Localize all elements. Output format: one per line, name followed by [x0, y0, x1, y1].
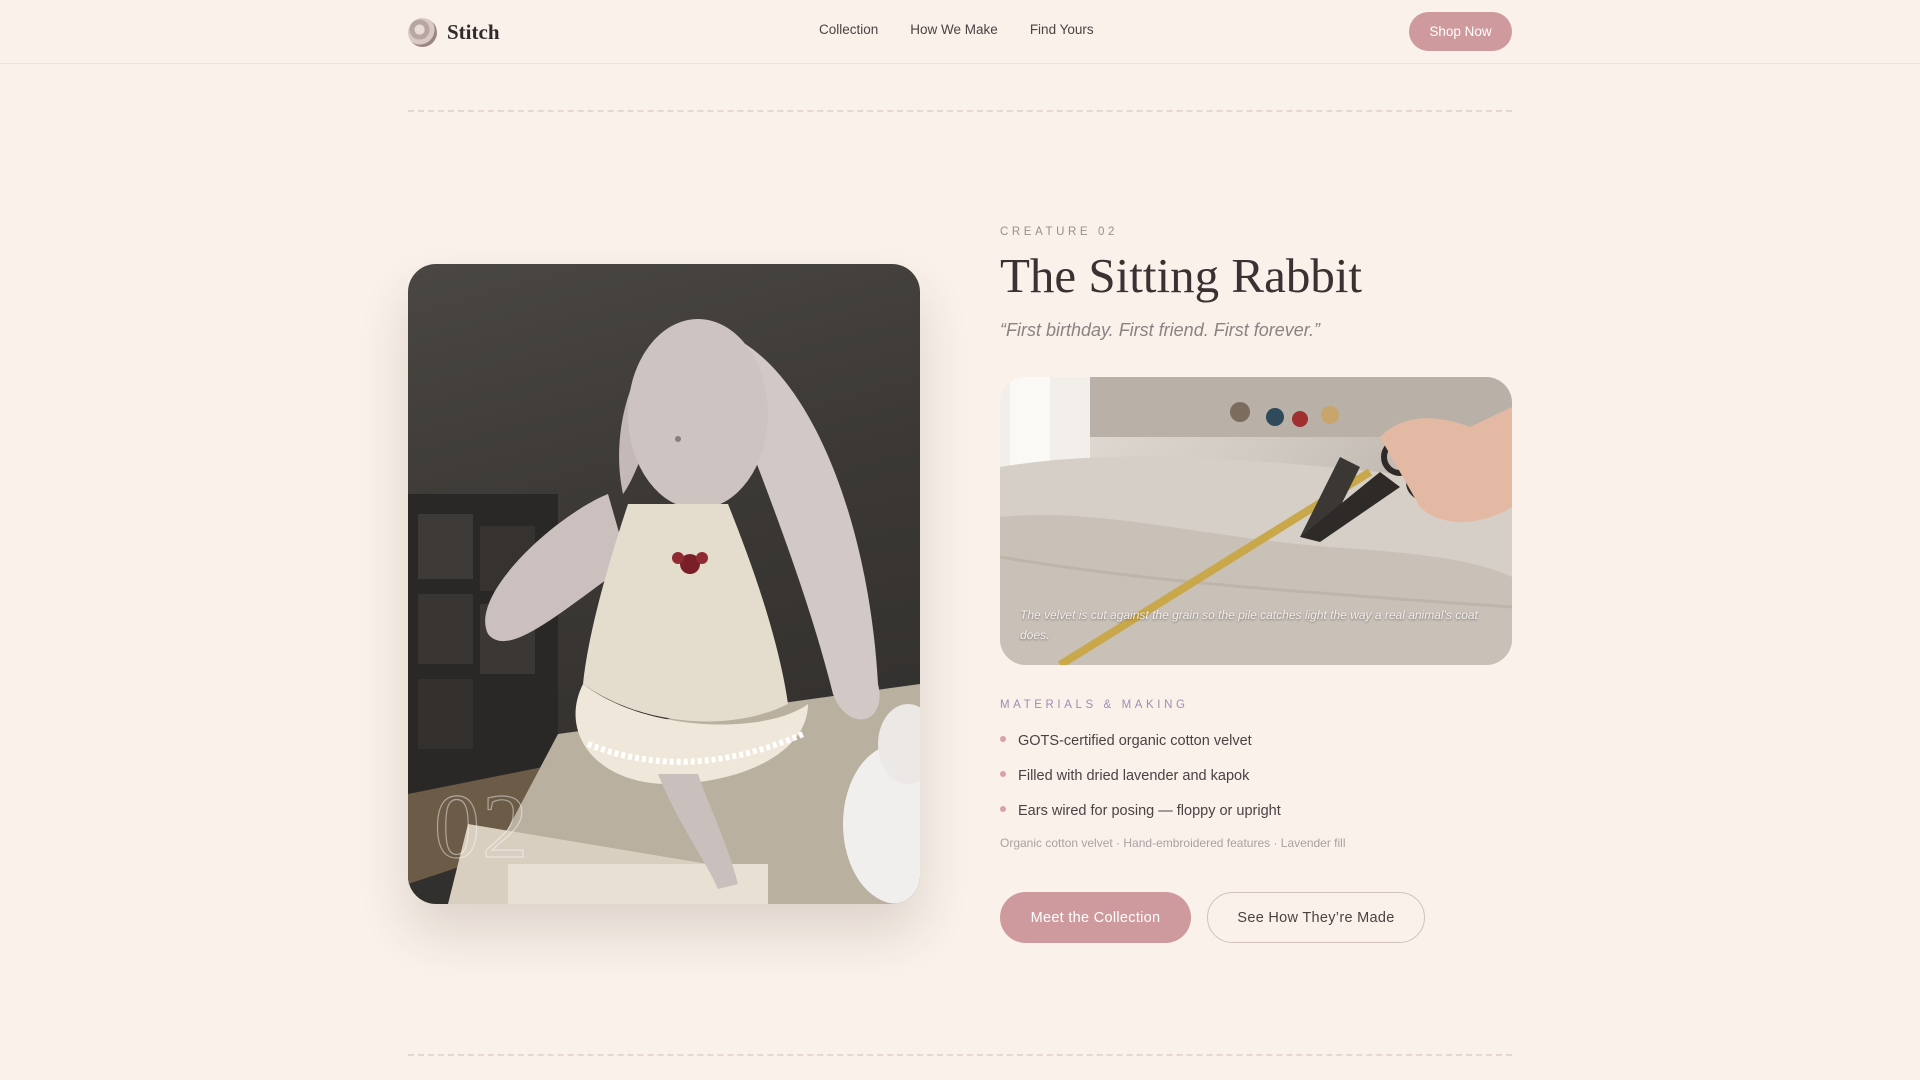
site-header: Stitch Collection How We Make Find Yours…: [0, 0, 1920, 64]
shop-now-button[interactable]: Shop Now: [1409, 12, 1512, 51]
bullet-icon: [1000, 806, 1006, 812]
bullet-icon: [1000, 736, 1006, 742]
section-divider-bottom: [408, 1054, 1512, 1056]
hero-image-card: 02: [408, 264, 920, 904]
see-how-made-button[interactable]: See How They’re Made: [1207, 892, 1425, 943]
material-text: Filled with dried lavender and kapok: [1018, 768, 1250, 784]
list-item: Ears wired for posing — floppy or uprigh…: [1000, 800, 1281, 835]
nav-collection[interactable]: Collection: [819, 22, 878, 37]
list-item: GOTS-certified organic cotton velvet: [1000, 730, 1281, 765]
craft-caption: The velvet is cut against the grain so t…: [1020, 608, 1478, 642]
yarn-ball-icon: [408, 17, 437, 47]
creature-number: 02: [433, 775, 530, 877]
nav-find-yours[interactable]: Find Yours: [1030, 22, 1094, 37]
creature-quote: “First birthday. First friend. First for…: [1000, 320, 1321, 340]
material-text: GOTS-certified organic cotton velvet: [1018, 733, 1252, 749]
materials-list: GOTS-certified organic cotton velvet Fil…: [1000, 730, 1281, 835]
section-divider-top: [408, 110, 1512, 112]
brand-logo[interactable]: Stitch: [408, 17, 500, 47]
bullet-icon: [1000, 771, 1006, 777]
material-text: Ears wired for posing — floppy or uprigh…: [1018, 803, 1281, 819]
nav-how-we-make[interactable]: How We Make: [910, 22, 998, 37]
craft-image-card: The velvet is cut against the grain so t…: [1000, 377, 1512, 665]
materials-heading: MATERIALS & MAKING: [1000, 699, 1189, 711]
material-tags: Organic cotton velvet · Hand-embroidered…: [1000, 836, 1346, 850]
list-item: Filled with dried lavender and kapok: [1000, 765, 1281, 800]
creature-eyebrow: CREATURE 02: [1000, 226, 1118, 238]
creature-title: The Sitting Rabbit: [1000, 248, 1363, 303]
main-nav: Collection How We Make Find Yours: [819, 22, 1094, 37]
brand-name: Stitch: [447, 19, 500, 44]
meet-collection-button[interactable]: Meet the Collection: [1000, 892, 1191, 943]
